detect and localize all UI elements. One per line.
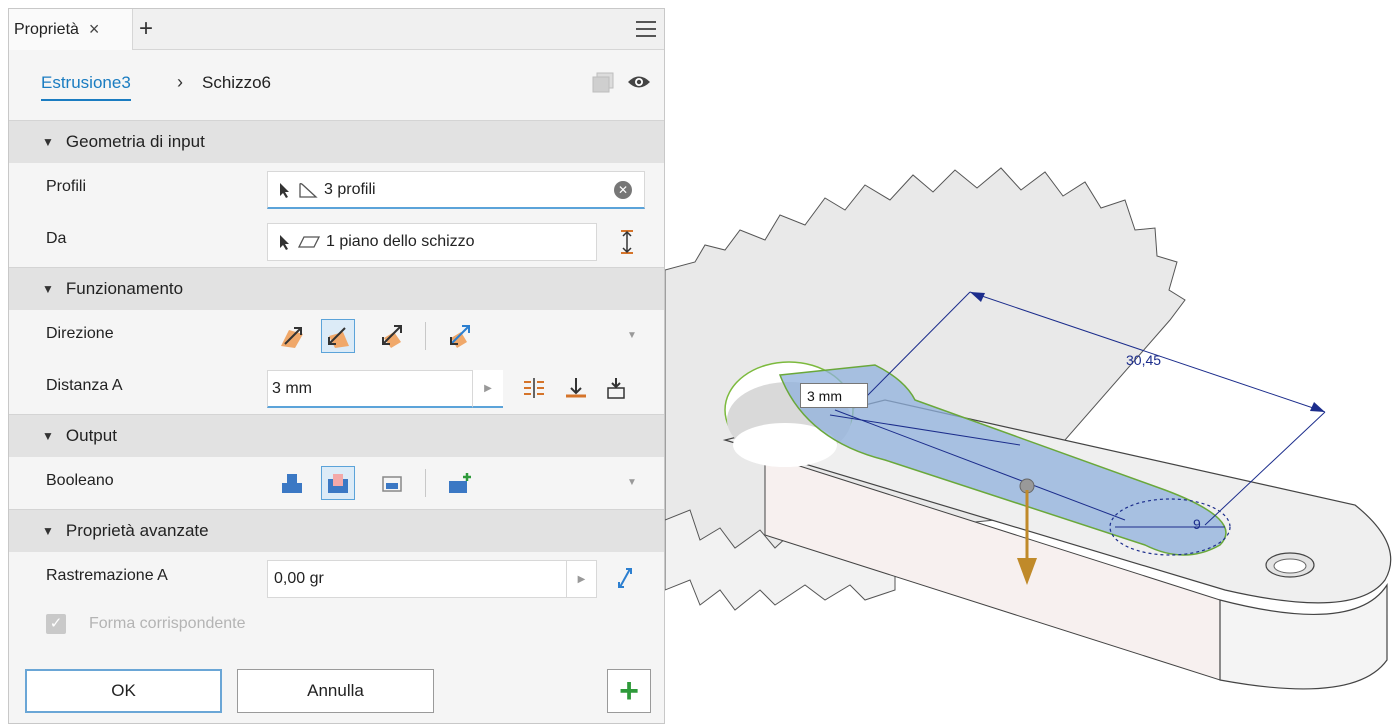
direction-symmetric-icon[interactable] xyxy=(375,319,409,353)
close-icon[interactable]: × xyxy=(89,19,100,40)
section-title: Funzionamento xyxy=(65,279,184,298)
apply-plus-button[interactable]: + xyxy=(607,669,651,713)
add-tab-icon[interactable]: + xyxy=(139,15,153,43)
section-title: Proprietà avanzate xyxy=(65,521,209,540)
taper-input[interactable]: 0,00 gr xyxy=(267,560,567,598)
properties-panel: Proprietà × + Estrusione3 › Schizzo6 ▼ G… xyxy=(8,8,665,724)
tab-properties[interactable]: Proprietà × xyxy=(9,9,133,50)
direction-label: Direzione xyxy=(46,325,114,342)
hole-dimension-label[interactable]: 9 xyxy=(1193,516,1201,532)
profile-icon xyxy=(298,182,318,198)
cut-icon[interactable] xyxy=(321,466,355,500)
direction-asymmetric-icon[interactable] xyxy=(443,319,477,353)
dropdown-arrow-icon[interactable]: ▼ xyxy=(627,330,637,341)
direction-row: Direzione ▼ xyxy=(9,310,664,362)
section-output[interactable]: ▼ Output xyxy=(9,414,664,457)
section-title: Output xyxy=(65,426,117,445)
breadcrumb-link-extrusion[interactable]: Estrusione3 xyxy=(41,73,131,101)
profiles-row: Profili 3 profili ✕ xyxy=(9,163,664,215)
separator xyxy=(425,322,426,350)
section-title: Geometria di input xyxy=(65,132,205,151)
to-face-icon[interactable] xyxy=(559,371,593,405)
dimension-label[interactable]: 30,45 xyxy=(1126,352,1161,368)
match-shape-row: ✓ Forma corrispondente xyxy=(9,604,664,644)
section-behavior[interactable]: ▼ Funzionamento xyxy=(9,267,664,310)
distance-row: Distanza A 3 mm ▶ xyxy=(9,362,664,414)
taper-label: Rastremazione A xyxy=(46,567,168,584)
profiles-field[interactable]: 3 profili ✕ xyxy=(267,171,645,209)
from-value: 1 piano dello schizzo xyxy=(326,233,475,250)
from-field[interactable]: 1 piano dello schizzo xyxy=(267,223,597,261)
distance-edit-box[interactable]: 3 mm xyxy=(800,383,868,408)
collapse-triangle-icon: ▼ xyxy=(42,282,54,296)
distance-value: 3 mm xyxy=(272,379,312,397)
cancel-button[interactable]: Annulla xyxy=(237,669,434,713)
model-viewport[interactable]: 30,45 9 3 mm xyxy=(664,0,1400,726)
from-row: Da 1 piano dello schizzo xyxy=(9,215,664,267)
distance-label: Distanza A xyxy=(46,377,123,394)
boolean-label: Booleano xyxy=(46,472,114,489)
preview-icon[interactable] xyxy=(592,72,616,99)
between-icon[interactable] xyxy=(599,371,633,405)
section-advanced[interactable]: ▼ Proprietà avanzate xyxy=(9,509,664,552)
chevron-right-icon: › xyxy=(177,72,183,92)
profiles-label: Profili xyxy=(46,178,87,195)
spinner-arrow-icon[interactable]: ▶ xyxy=(567,560,597,598)
direction-flipped-icon[interactable] xyxy=(321,319,355,353)
taper-row: Rastremazione A 0,00 gr ▶ xyxy=(9,552,664,604)
clear-icon[interactable]: ✕ xyxy=(614,181,632,199)
distance-to-icon[interactable] xyxy=(517,371,551,405)
visibility-eye-icon[interactable] xyxy=(627,74,651,95)
collapse-triangle-icon: ▼ xyxy=(42,524,54,538)
extents-icon[interactable] xyxy=(610,225,644,259)
collapse-triangle-icon: ▼ xyxy=(42,429,54,443)
match-shape-checkbox[interactable]: ✓ xyxy=(46,614,66,634)
spinner-arrow-icon[interactable]: ▶ xyxy=(473,370,503,408)
boolean-row: Booleano ▼ xyxy=(9,457,664,509)
direction-default-icon[interactable] xyxy=(275,319,309,353)
tab-bar: Proprietà × + xyxy=(9,9,664,50)
gear-lever-model xyxy=(664,167,1392,690)
select-arrow-icon xyxy=(278,234,292,250)
from-label: Da xyxy=(46,230,67,247)
taper-value: 0,00 gr xyxy=(274,570,324,587)
join-icon[interactable] xyxy=(275,466,309,500)
intersect-icon[interactable] xyxy=(375,466,409,500)
section-input-geometry[interactable]: ▼ Geometria di input xyxy=(9,120,664,163)
select-arrow-icon xyxy=(278,182,292,198)
collapse-triangle-icon: ▼ xyxy=(42,135,54,149)
separator xyxy=(425,469,426,497)
breadcrumb: Estrusione3 › Schizzo6 xyxy=(9,50,664,120)
distance-input[interactable]: 3 mm xyxy=(267,370,473,408)
flip-taper-icon[interactable] xyxy=(608,561,642,595)
tab-label: Proprietà xyxy=(14,20,79,38)
ok-button[interactable]: OK xyxy=(25,669,222,713)
new-solid-icon[interactable] xyxy=(443,466,477,500)
breadcrumb-current-sketch: Schizzo6 xyxy=(202,73,271,92)
profiles-value: 3 profili xyxy=(324,180,376,198)
dropdown-arrow-icon[interactable]: ▼ xyxy=(627,477,637,488)
match-shape-label: Forma corrispondente xyxy=(89,615,246,632)
menu-icon[interactable] xyxy=(636,21,656,42)
plane-icon xyxy=(298,235,320,249)
